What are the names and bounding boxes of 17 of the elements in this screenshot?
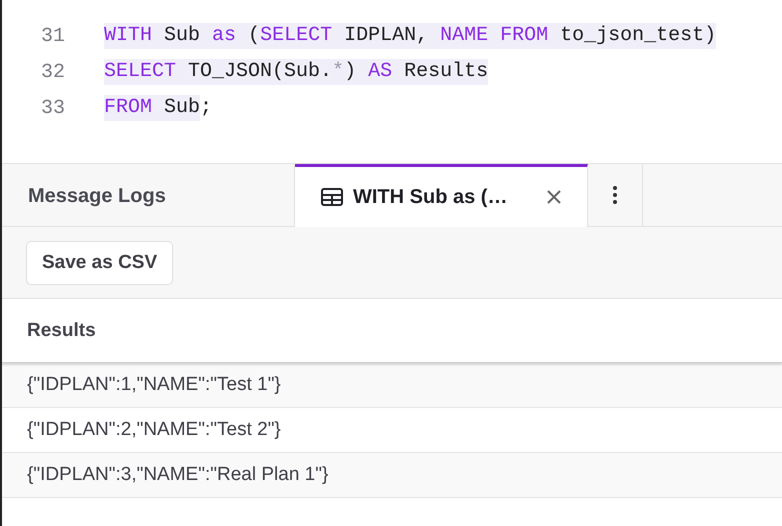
table-cell: {"IDPLAN":3,"NAME":"Real Plan 1"} — [27, 464, 328, 486]
column-header: Results — [27, 320, 96, 342]
line-number: 31 — [40, 24, 65, 48]
line-number: 33 — [40, 96, 65, 120]
close-icon[interactable] — [547, 190, 561, 204]
code-line: FROM Sub; — [104, 95, 212, 121]
tab-label: Message Logs — [28, 185, 167, 208]
more-icon — [613, 186, 617, 204]
table-cell: {"IDPLAN":2,"NAME":"Test 2"} — [27, 419, 281, 441]
save-csv-button[interactable]: Save as CSV — [26, 240, 174, 284]
tab-label: WITH Sub as (… — [353, 186, 508, 208]
table-cell: {"IDPLAN":1,"NAME":"Test 1"} — [27, 374, 281, 396]
code-line: SELECT TO_JSON(Sub.*) AS Results — [104, 59, 488, 85]
table-icon — [321, 188, 343, 206]
tab[interactable]: WITH Sub as (… — [295, 164, 588, 227]
line-number: 32 — [40, 60, 65, 84]
code-line: WITH Sub as (SELECT IDPLAN, NAME FROM to_json_test) — [104, 23, 716, 49]
